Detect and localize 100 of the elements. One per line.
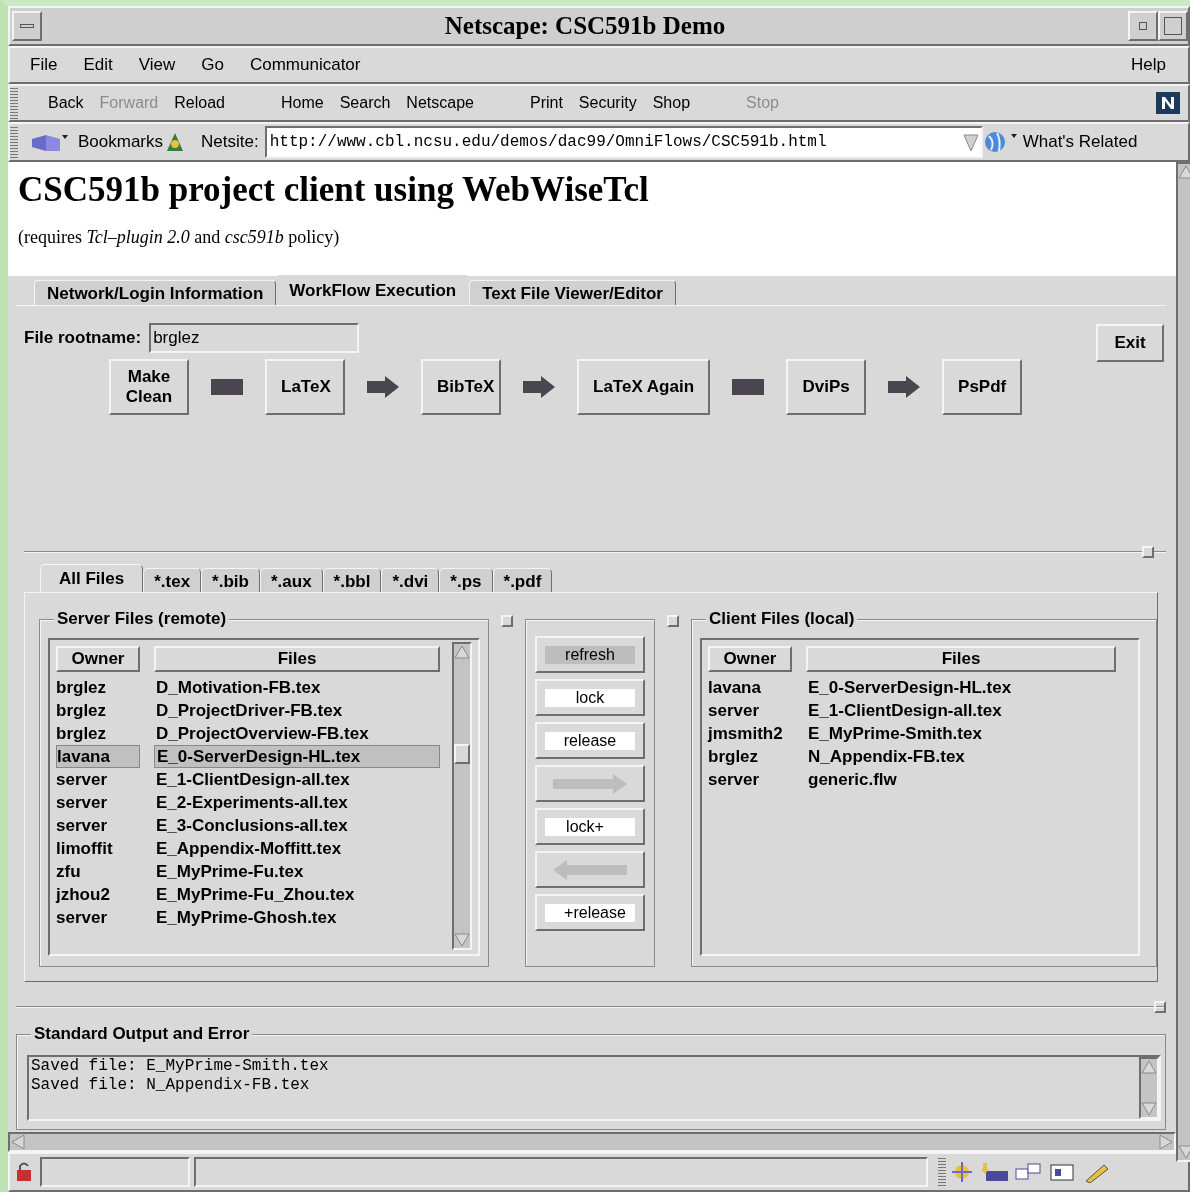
owner-cell[interactable]: limoffit — [56, 837, 140, 860]
file-cell[interactable]: E_3-Conclusions-all.tex — [154, 814, 440, 837]
tab[interactable]: Network/Login Information — [34, 280, 277, 305]
arrow-button[interactable] — [535, 851, 645, 888]
file-cell[interactable]: E_0-ServerDesign-HL.tex — [154, 745, 440, 768]
workflow-step-button[interactable]: DviPs — [786, 359, 867, 415]
arrow-button[interactable] — [535, 765, 645, 802]
toolbar-button[interactable]: Netscape — [398, 91, 482, 115]
vertical-scrollbar[interactable] — [452, 642, 472, 950]
action-button[interactable]: release — [535, 722, 645, 759]
owner-cell[interactable]: brglez — [56, 722, 140, 745]
scroll-left-icon[interactable] — [10, 1134, 26, 1150]
filter-tab[interactable]: *.dvi — [381, 568, 440, 592]
scroll-down-icon[interactable] — [454, 932, 470, 948]
filter-tab[interactable]: *.bbl — [322, 568, 382, 592]
file-cell[interactable]: E_1-ClientDesign-all.tex — [154, 768, 440, 791]
owner-cell[interactable]: brglez — [56, 676, 140, 699]
vertical-scrollbar[interactable] — [1176, 162, 1190, 1162]
bookmarks-button[interactable]: Bookmarks — [78, 129, 164, 155]
owner-cell[interactable]: jzhou2 — [56, 883, 140, 906]
column-header[interactable]: Files — [154, 646, 440, 672]
scroll-up-icon[interactable] — [1141, 1059, 1157, 1075]
file-cell[interactable]: D_ProjectDriver-FB.tex — [154, 699, 440, 722]
whats-related-button[interactable]: What's Related — [1022, 129, 1138, 155]
filter-tab[interactable]: *.aux — [259, 568, 323, 592]
toolbar-button[interactable]: Security — [570, 91, 645, 115]
file-cell[interactable]: D_ProjectOverview-FB.tex — [154, 722, 440, 745]
inbox-icon[interactable] — [980, 1161, 1010, 1183]
column-header[interactable]: Owner — [708, 646, 792, 672]
scroll-down-icon[interactable] — [1141, 1101, 1157, 1117]
tab[interactable]: Text File Viewer/Editor — [469, 280, 676, 305]
scroll-up-icon[interactable] — [454, 644, 470, 660]
toolbar-button[interactable]: Home — [272, 91, 332, 115]
scroll-thumb[interactable] — [454, 744, 470, 764]
menu-item[interactable]: Edit — [83, 52, 113, 78]
workflow-step-button[interactable]: LaTeX Again — [577, 359, 711, 415]
owner-cell[interactable]: server — [56, 768, 140, 791]
toolbar-button[interactable]: Print — [521, 91, 571, 115]
column-header[interactable]: Files — [806, 646, 1116, 672]
rootname-field[interactable]: brglez — [149, 323, 360, 353]
filter-tab[interactable]: *.bib — [201, 568, 260, 592]
pane-handle[interactable] — [1142, 546, 1154, 558]
vertical-scrollbar[interactable] — [1139, 1057, 1159, 1119]
pane-handle[interactable] — [501, 615, 513, 627]
filter-tab[interactable]: All Files — [40, 564, 144, 592]
file-cell[interactable]: E_MyPrime-Fu_Zhou.tex — [154, 883, 440, 906]
column-header[interactable]: Owner — [56, 646, 140, 672]
owner-cell[interactable]: server — [56, 906, 140, 929]
file-cell[interactable]: D_Motivation-FB.tex — [154, 676, 440, 699]
toolbar-button[interactable]: Shop — [644, 91, 699, 115]
workflow-step-button[interactable]: BibTeX — [421, 359, 501, 415]
owner-cell[interactable]: brglez — [708, 745, 792, 768]
file-cell[interactable]: generic.flw — [806, 768, 1116, 791]
toolbar-button[interactable]: Back — [40, 91, 92, 115]
owner-cell[interactable]: zfu — [56, 860, 140, 883]
pane-handle[interactable] — [667, 615, 679, 627]
toolbar-button[interactable]: Search — [331, 91, 399, 115]
workflow-step-button[interactable]: LaTeX — [265, 359, 345, 415]
filter-tab[interactable]: *.tex — [143, 568, 202, 592]
menu-item[interactable]: Help — [1131, 52, 1166, 78]
menu-item[interactable]: Go — [201, 52, 224, 78]
scroll-right-icon[interactable] — [1158, 1134, 1174, 1150]
file-cell[interactable]: E_MyPrime-Ghosh.tex — [154, 906, 440, 929]
owner-cell[interactable]: server — [56, 791, 140, 814]
menu-item[interactable]: File — [30, 52, 58, 78]
owner-cell[interactable]: server — [56, 814, 140, 837]
file-cell[interactable]: E_2-Experiments-all.tex — [154, 791, 440, 814]
horizontal-scrollbar[interactable] — [8, 1132, 1176, 1152]
scroll-up-icon[interactable] — [1178, 164, 1190, 180]
file-cell[interactable]: E_Appendix-Moffitt.tex — [154, 837, 440, 860]
window-menu-button[interactable] — [12, 11, 42, 41]
file-cell[interactable]: N_Appendix-FB.tex — [806, 745, 1116, 768]
file-cell[interactable]: E_1-ClientDesign-all.tex — [806, 699, 1116, 722]
action-button[interactable]: lock+ — [535, 808, 645, 845]
owner-cell[interactable]: lavana — [56, 745, 140, 768]
owner-cell[interactable]: jmsmith2 — [708, 722, 792, 745]
owner-cell[interactable]: server — [708, 768, 792, 791]
file-cell[interactable]: E_MyPrime-Fu.tex — [154, 860, 440, 883]
action-button[interactable]: refresh — [535, 636, 645, 673]
filter-tab[interactable]: *.ps — [439, 568, 493, 592]
owner-cell[interactable]: lavana — [708, 676, 792, 699]
toolbar-grip[interactable] — [10, 87, 18, 119]
action-button[interactable]: +release — [535, 894, 645, 931]
url-field[interactable]: http://www.cbl.ncsu.edu/demos/dac99/OmniFlows/CSC591b.html — [264, 126, 983, 158]
toolbar-button[interactable]: Reload — [166, 91, 233, 115]
menu-item[interactable]: Communicator — [249, 52, 361, 78]
netscape-logo[interactable] — [1156, 92, 1180, 114]
globe-icon[interactable] — [982, 130, 1019, 154]
workflow-step-button[interactable]: PsPdf — [942, 359, 1023, 415]
filter-tab[interactable]: *.pdf — [492, 568, 553, 592]
file-cell[interactable]: E_0-ServerDesign-HL.tex — [806, 676, 1116, 699]
action-button[interactable]: lock — [535, 679, 645, 716]
owner-cell[interactable]: server — [708, 699, 792, 722]
toolbar-grip[interactable] — [10, 126, 18, 158]
workflow-step-button[interactable]: Make Clean — [109, 359, 189, 415]
file-cell[interactable]: E_MyPrime-Smith.tex — [806, 722, 1116, 745]
owner-cell[interactable]: brglez — [56, 699, 140, 722]
minimize-button[interactable] — [1128, 11, 1158, 41]
exit-button[interactable]: Exit — [1096, 324, 1164, 362]
pane-handle[interactable] — [1154, 1001, 1166, 1013]
